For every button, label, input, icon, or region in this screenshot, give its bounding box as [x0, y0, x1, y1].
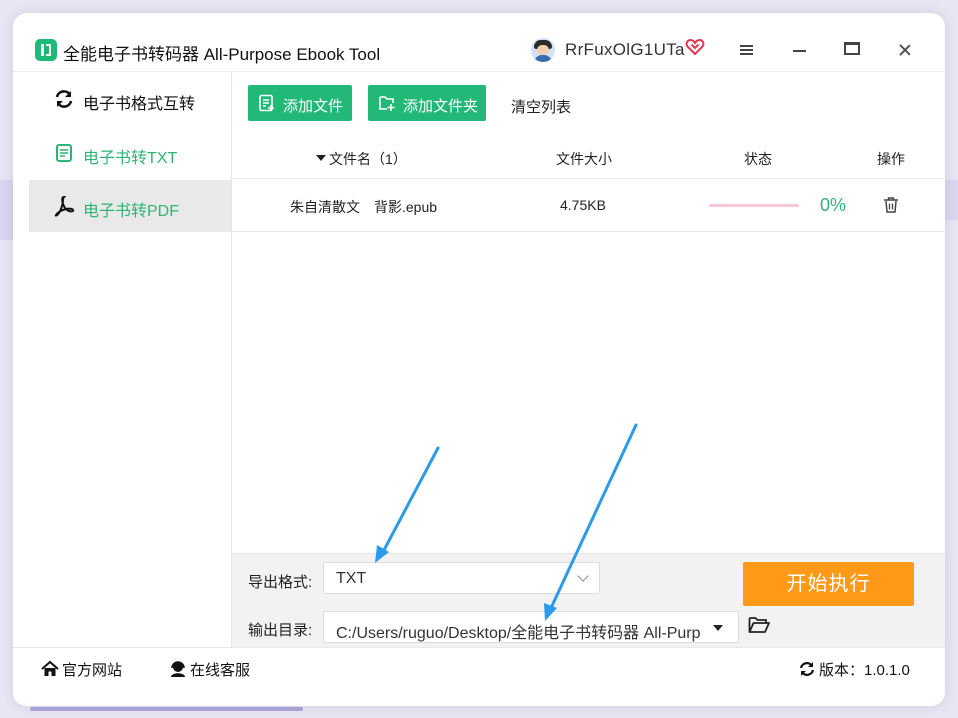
refresh-icon [799, 662, 815, 676]
clear-list-button[interactable]: 清空列表 [511, 96, 571, 117]
app-title: 全能电子书转码器 All-Purpose Ebook Tool [63, 45, 381, 64]
output-dir-select[interactable]: C:/Users/ruguo/Desktop/全能电子书转码器 All-Purp [323, 611, 739, 643]
username[interactable]: RrFuxOlG1UTa [565, 40, 685, 60]
add-folder-button[interactable]: 添加文件夹 [368, 85, 486, 121]
sidebar-item-label: 电子书转TXT [83, 150, 178, 167]
column-header-status: 状态 [744, 151, 772, 167]
caret-down-icon [713, 625, 723, 631]
chevron-down-icon [577, 570, 589, 582]
column-header-action: 操作 [877, 151, 905, 167]
taskbar-indicator [30, 707, 303, 711]
progress-percent: 0% [820, 195, 847, 215]
sidebar-item-format-convert[interactable]: 电子书格式互转 [29, 73, 231, 125]
file-size: 4.75KB [560, 197, 606, 213]
format-select[interactable]: TXT [323, 562, 600, 594]
online-service-link[interactable]: 在线客服 [169, 659, 250, 680]
refresh-icon [55, 90, 73, 108]
service-label: 在线客服 [190, 662, 251, 679]
column-header-size: 文件大小 [556, 151, 612, 167]
sidebar-item-ebook-to-pdf[interactable]: 电子书转PDF [29, 180, 231, 232]
txt-file-icon [56, 144, 72, 162]
table-row[interactable]: 朱自清散文 背影.epub 4.75KB 0% [232, 179, 945, 232]
app-logo-icon [35, 39, 57, 61]
version-info[interactable]: 版本：1.0.1.0 [798, 659, 910, 680]
add-file-icon [259, 94, 274, 112]
website-label: 官方网站 [62, 662, 123, 679]
settings-panel: 导出格式: TXT 输出目录: C:/Users/ruguo/Desktop/全… [232, 553, 945, 648]
minimize-icon[interactable] [787, 38, 811, 62]
add-folder-label: 添加文件夹 [403, 98, 479, 115]
add-file-label: 添加文件 [283, 98, 344, 115]
title-bar: 全能电子书转码器 All-Purpose Ebook Tool RrFuxOlG… [13, 13, 945, 71]
start-button[interactable]: 开始执行 [743, 562, 914, 606]
sidebar-item-ebook-to-txt[interactable]: 电子书转TXT [29, 127, 231, 179]
version-label: 版本：1.0.1.0 [819, 662, 910, 679]
column-header-name[interactable]: 文件名（1） [329, 149, 407, 169]
add-file-button[interactable]: 添加文件 [248, 85, 352, 121]
website-link[interactable]: 官方网站 [41, 659, 122, 680]
add-folder-icon [379, 96, 395, 111]
maximize-icon[interactable] [841, 38, 865, 62]
file-name: 朱自清散文 背影.epub [290, 199, 438, 215]
pdf-icon [54, 195, 75, 217]
table-header: 文件名（1） 文件大小 状态 操作 [232, 138, 945, 179]
sidebar-item-label: 电子书转PDF [83, 203, 180, 220]
footer: 官方网站 在线客服 版本：1.0.1.0 [13, 647, 945, 706]
avatar[interactable] [531, 38, 555, 62]
sort-caret-icon[interactable] [316, 155, 326, 161]
progress-bar [709, 204, 799, 207]
format-label: 导出格式: [248, 574, 313, 591]
vip-heart-icon[interactable] [685, 37, 705, 57]
app-window: 全能电子书转码器 All-Purpose Ebook Tool RrFuxOlG… [13, 13, 945, 706]
folder-open-icon[interactable] [748, 616, 770, 634]
menu-icon[interactable] [734, 38, 758, 62]
trash-icon[interactable] [883, 196, 899, 214]
output-dir-value: C:/Users/ruguo/Desktop/全能电子书转码器 All-Purp [336, 625, 701, 642]
output-label: 输出目录: [248, 622, 313, 639]
close-icon[interactable] [893, 38, 917, 62]
home-icon [41, 660, 59, 676]
format-value: TXT [336, 570, 367, 587]
customer-service-icon [171, 661, 185, 677]
sidebar-item-label: 电子书格式互转 [83, 96, 196, 113]
